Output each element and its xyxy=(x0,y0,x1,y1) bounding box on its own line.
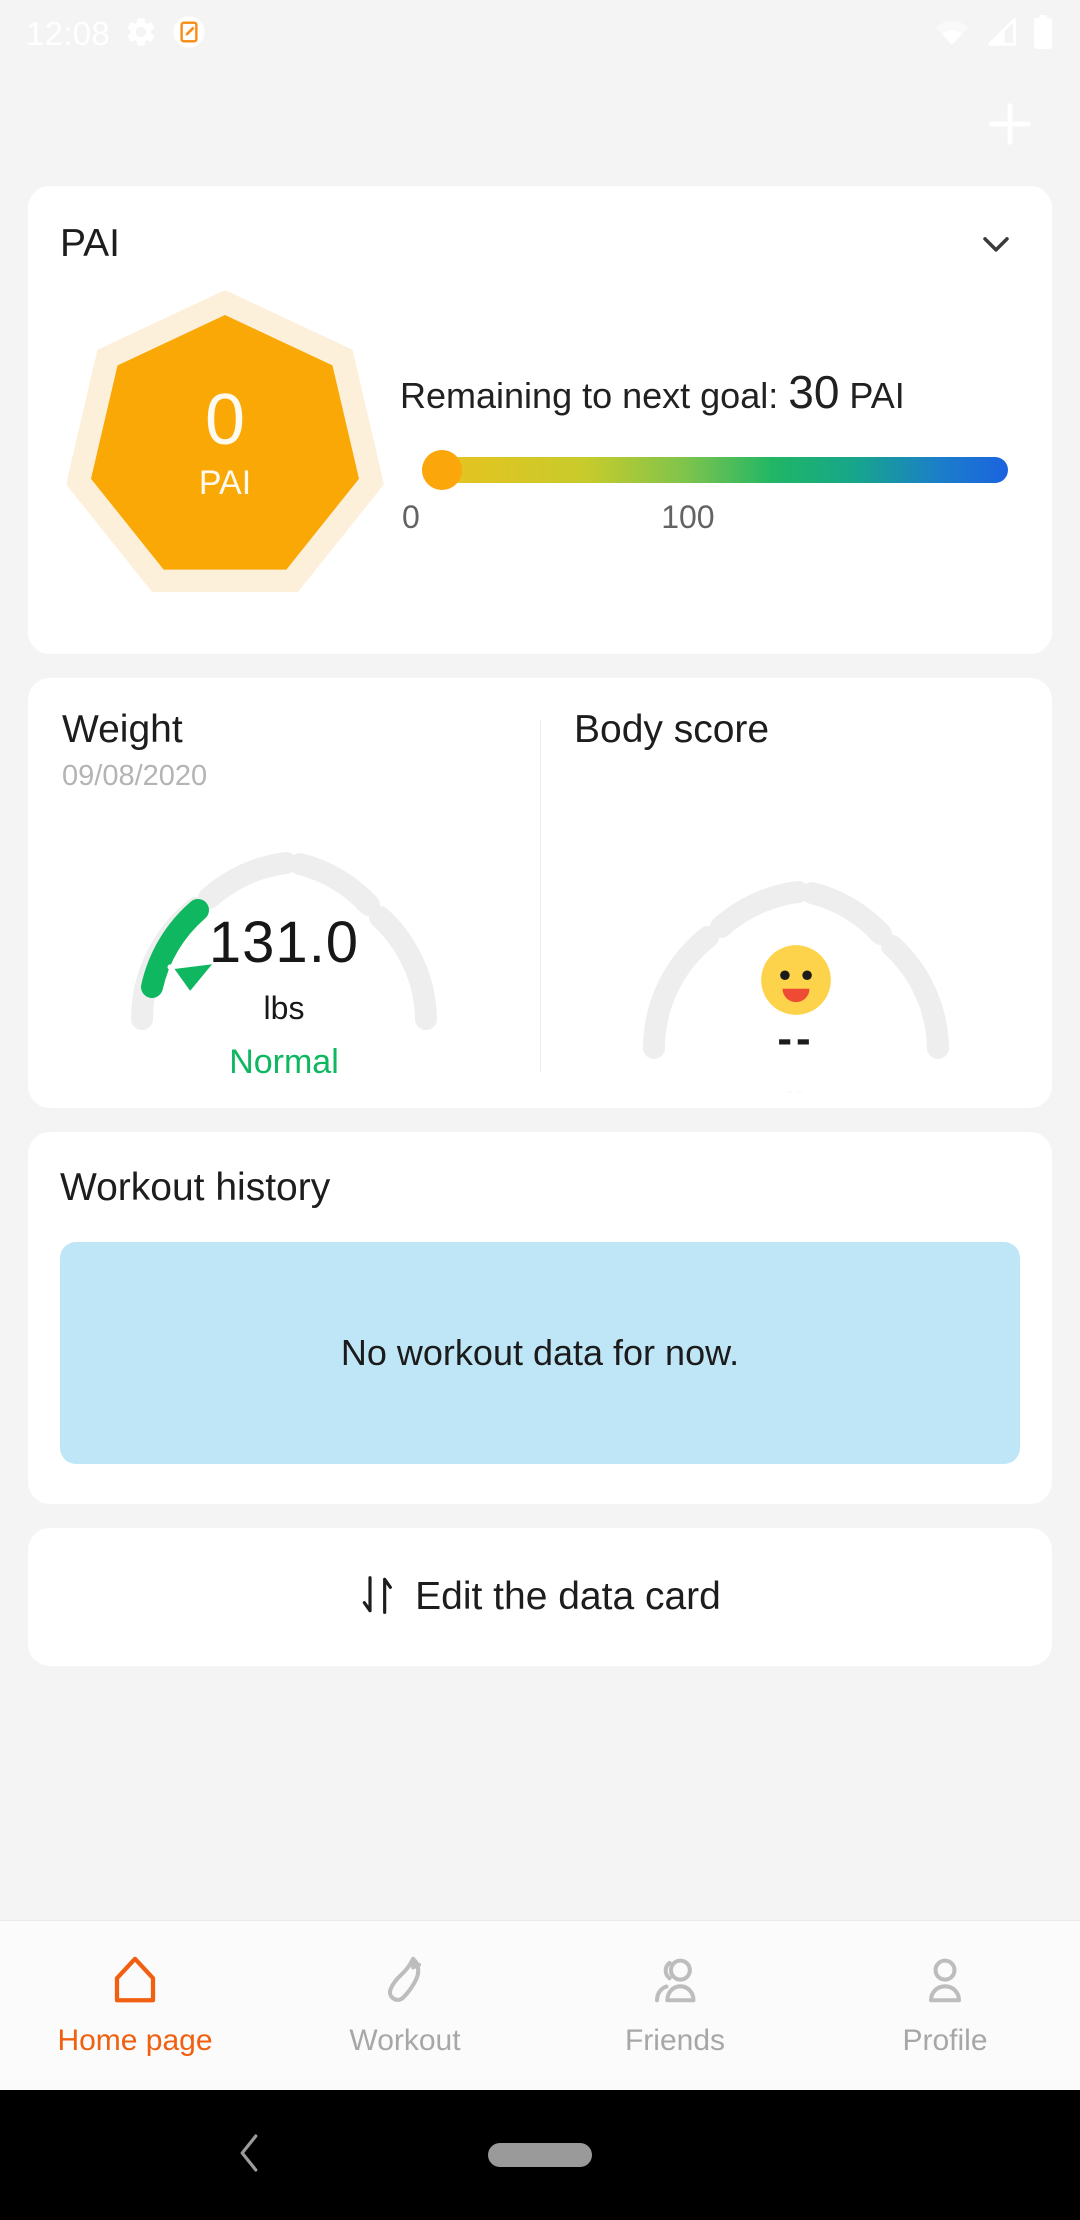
gear-icon xyxy=(124,15,158,54)
pai-badge-value: 0 xyxy=(204,379,246,460)
shoe-icon xyxy=(378,1953,432,2012)
workout-history-card[interactable]: Workout history No workout data for now. xyxy=(28,1132,1052,1504)
nav-label-friends: Friends xyxy=(624,2024,726,2057)
wifi-icon xyxy=(934,17,970,52)
content-scroll-area[interactable]: PAI 0 PAI Remaining to next goal: 30 PAI… xyxy=(0,186,1080,1690)
nav-item-home[interactable]: Home page xyxy=(0,1953,270,2058)
pai-goal-section: Remaining to next goal: 30 PAI 0 100 xyxy=(400,362,1020,536)
body-score-gauge: -- -- xyxy=(626,864,966,1103)
people-icon xyxy=(648,1953,702,2012)
weight-title: Weight xyxy=(62,708,183,751)
pai-card[interactable]: PAI 0 PAI Remaining to next goal: 30 PAI… xyxy=(28,186,1052,654)
add-button[interactable] xyxy=(978,92,1042,156)
pai-scale-min: 0 xyxy=(402,498,420,535)
weight-unit: lbs xyxy=(263,990,305,1026)
pai-card-body: 0 PAI Remaining to next goal: 30 PAI 0 1… xyxy=(60,284,1020,614)
sort-arrows-icon xyxy=(359,1571,399,1624)
pai-goal-text: Remaining to next goal: 30 PAI xyxy=(400,362,1014,423)
person-icon xyxy=(918,1953,972,2012)
weight-gauge: 131.0 lbs Normal xyxy=(114,835,454,1081)
edit-data-card-label: Edit the data card xyxy=(415,1575,721,1618)
body-score-subvalue: -- xyxy=(785,1078,807,1103)
nav-item-friends[interactable]: Friends xyxy=(540,1953,810,2058)
header-action-row xyxy=(0,78,1080,170)
body-score-value: -- xyxy=(777,1014,815,1063)
pai-scale-labels: 0 100 xyxy=(400,499,1008,536)
plus-icon xyxy=(989,103,1031,145)
weight-section[interactable]: Weight 09/08/2020 131.0 lbs Normal xyxy=(28,708,540,1081)
weight-value: 131.0 xyxy=(208,910,360,975)
nav-label-home: Home page xyxy=(57,2024,213,2057)
gesture-pill[interactable] xyxy=(488,2143,592,2167)
pai-progress-knob[interactable] xyxy=(422,449,462,490)
metrics-divider xyxy=(540,720,541,1072)
metrics-card: Weight 09/08/2020 131.0 lbs Normal Body … xyxy=(28,678,1052,1108)
app-screen: 12:08 PAI 0 PAI Remaining to next goal: … xyxy=(0,0,1080,2220)
weight-status: Normal xyxy=(229,1043,339,1081)
chevron-down-icon[interactable] xyxy=(972,220,1020,268)
weight-readout: 131.0 lbs Normal xyxy=(114,909,454,1082)
pai-progress-slider[interactable]: 0 100 xyxy=(400,449,1014,536)
back-chevron-icon[interactable] xyxy=(232,2130,266,2181)
system-navigation-bar xyxy=(0,2090,1080,2220)
pai-progress-track xyxy=(422,449,1008,490)
body-score-title: Body score xyxy=(574,708,770,751)
weight-date: 09/08/2020 xyxy=(62,760,208,792)
home-icon xyxy=(108,1953,162,2012)
nav-label-workout: Workout xyxy=(349,2024,461,2057)
nav-label-profile: Profile xyxy=(902,2024,988,2057)
status-bar-clock: 12:08 xyxy=(26,15,111,52)
pai-badge-text: 0 PAI xyxy=(199,384,251,503)
battery-icon xyxy=(1032,14,1054,54)
pai-card-title: PAI xyxy=(60,222,120,265)
workout-history-title: Workout history xyxy=(60,1166,331,1209)
pai-goal-prefix: Remaining to next goal: xyxy=(400,375,789,417)
workout-history-empty-state: No workout data for now. xyxy=(60,1242,1020,1464)
pai-badge[interactable]: 0 PAI xyxy=(60,284,390,614)
status-bar-right xyxy=(934,14,1054,54)
pai-goal-value: 30 xyxy=(788,366,840,419)
nav-item-profile[interactable]: Profile xyxy=(810,1953,1080,2058)
workout-history-empty-message: No workout data for now. xyxy=(340,1332,740,1373)
pai-card-header: PAI xyxy=(60,220,1020,268)
screenshot-icon xyxy=(172,15,206,54)
status-bar-left: 12:08 xyxy=(26,15,206,54)
body-score-section[interactable]: Body score -- -- xyxy=(540,708,1052,1103)
pai-scale-max: 100 xyxy=(661,498,715,535)
nav-item-workout[interactable]: Workout xyxy=(270,1953,540,2058)
edit-data-card-button[interactable]: Edit the data card xyxy=(28,1528,1052,1666)
status-bar: 12:08 xyxy=(0,0,1080,68)
cellular-signal-icon xyxy=(984,17,1018,52)
bottom-navigation-bar: Home page Workout Friends Profile xyxy=(0,1920,1080,2090)
slightly-smiling-face-icon xyxy=(626,942,966,1018)
pai-goal-suffix: PAI xyxy=(849,375,905,417)
pai-badge-unit: PAI xyxy=(198,463,252,502)
